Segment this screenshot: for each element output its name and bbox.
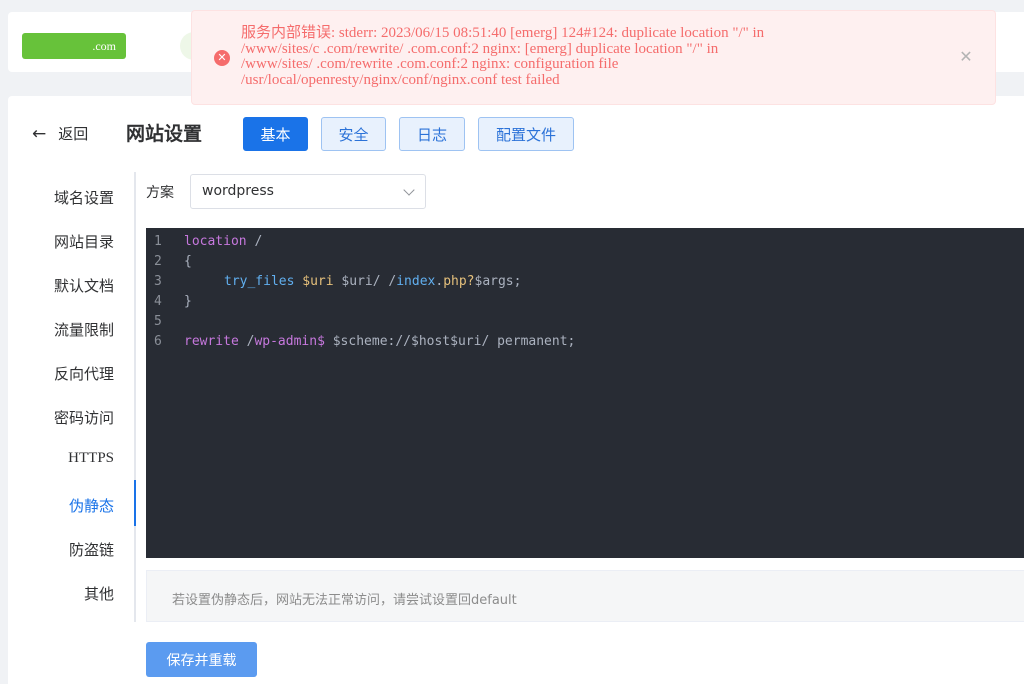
rewrite-code-editor[interactable]: 1 location / 2 { 3 try_files $uri $uri/ … (146, 228, 1024, 558)
error-circle-icon: ✕ (214, 50, 230, 66)
code-line: 4 } (146, 292, 1024, 312)
tab-logs[interactable]: 日志 (399, 117, 465, 151)
settings-side-menu: 域名设置 网站目录 默认文档 流量限制 反向代理 密码访问 HTTPS 伪静态 … (8, 172, 136, 626)
code-line: 1 location / (146, 232, 1024, 252)
line-number: 5 (154, 314, 162, 329)
error-line: 服务内部错误: stderr: 2023/06/15 08:51:40 [eme… (241, 25, 765, 41)
tab-basic[interactable]: 基本 (243, 117, 308, 151)
side-item-password-access[interactable]: 密码访问 (54, 407, 114, 428)
code-line: 2 { (146, 252, 1024, 272)
side-item-hotlink[interactable]: 防盗链 (69, 539, 114, 560)
hint-text: 若设置伪静态后，网站无法正常访问，请尝试设置回default (172, 593, 517, 608)
rewrite-hint-box: 若设置伪静态后，网站无法正常访问，请尝试设置回default (146, 570, 1024, 622)
code-token: php? (443, 274, 475, 289)
code-line: 6 rewrite /wp-admin$ $scheme://$host$uri… (146, 332, 1024, 352)
side-item-directory[interactable]: 网站目录 (54, 231, 114, 252)
line-number: 2 (154, 254, 162, 269)
site-settings-panel: ← 返回 网站设置 基本 安全 日志 配置文件 域名设置 网站目录 默认文档 流… (8, 96, 1024, 684)
scheme-select[interactable]: wordpress (190, 174, 426, 209)
code-token: $scheme://$host$uri/ permanent; (324, 334, 576, 349)
side-item-default-doc[interactable]: 默认文档 (54, 275, 114, 296)
tab-security[interactable]: 安全 (321, 117, 386, 151)
code-token: index (396, 274, 436, 289)
error-notification: ✕ 服务内部错误: stderr: 2023/06/15 08:51:40 [e… (191, 10, 996, 105)
arrow-left-icon: ← (32, 123, 47, 144)
side-item-https[interactable]: HTTPS (68, 450, 114, 467)
site-domain-text: .com (92, 38, 116, 53)
side-item-other[interactable]: 其他 (84, 583, 114, 604)
side-menu-active-indicator (134, 480, 136, 526)
code-token: wp-admin$ (254, 334, 325, 349)
code-token: $args; (474, 274, 522, 289)
line-number: 4 (154, 294, 162, 309)
code-text: location / (184, 232, 262, 252)
save-and-reload-button[interactable]: 保存并重载 (146, 642, 257, 677)
code-token: location (184, 234, 247, 249)
side-item-rewrite[interactable]: 伪静态 (69, 495, 114, 516)
code-text: rewrite /wp-admin$ $scheme://$host$uri/ … (184, 332, 575, 352)
code-token: } (184, 294, 192, 309)
side-item-rate-limit[interactable]: 流量限制 (54, 319, 114, 340)
tab-config-file[interactable]: 配置文件 (478, 117, 574, 151)
scheme-label: 方案 (146, 185, 174, 201)
error-line: /usr/local/openresty/nginx/conf/nginx.co… (241, 71, 560, 88)
error-message: 服务内部错误: stderr: 2023/06/15 08:51:40 [eme… (241, 25, 921, 88)
page-title: 网站设置 (126, 123, 203, 145)
line-number: 1 (154, 234, 162, 249)
code-token: rewrite (184, 334, 239, 349)
code-text: } (184, 292, 192, 312)
error-line: /www/sites/ .com/rewrite .com.conf:2 ngi… (241, 56, 619, 72)
scheme-value: wordpress (202, 183, 274, 199)
code-token: / (246, 234, 263, 249)
close-icon[interactable]: ✕ (958, 49, 974, 65)
side-menu-divider (134, 172, 136, 622)
back-button[interactable]: ← 返回 (32, 123, 88, 144)
site-domain-badge[interactable]: .com (22, 33, 126, 59)
code-line: 3 try_files $uri $uri/ /index.php?$args; (146, 272, 1024, 292)
code-token: . (435, 274, 444, 289)
code-line: 5 (146, 312, 1024, 332)
code-text: try_files $uri $uri/ /index.php?$args; (224, 272, 521, 292)
error-line: /www/sites/c .com/rewrite/ .com.conf:2 n… (241, 40, 719, 57)
chevron-down-icon (403, 184, 415, 196)
line-number: 6 (154, 334, 162, 349)
code-token: $uri (302, 274, 334, 289)
code-text: { (184, 252, 192, 272)
code-token: / (238, 334, 255, 349)
line-number: 3 (154, 274, 162, 289)
side-item-domain[interactable]: 域名设置 (54, 187, 114, 208)
side-item-reverse-proxy[interactable]: 反向代理 (54, 363, 114, 384)
code-token: { (184, 254, 192, 269)
code-token: try_files (224, 274, 295, 289)
code-token: $uri/ / (333, 274, 397, 289)
back-label: 返回 (58, 125, 89, 143)
